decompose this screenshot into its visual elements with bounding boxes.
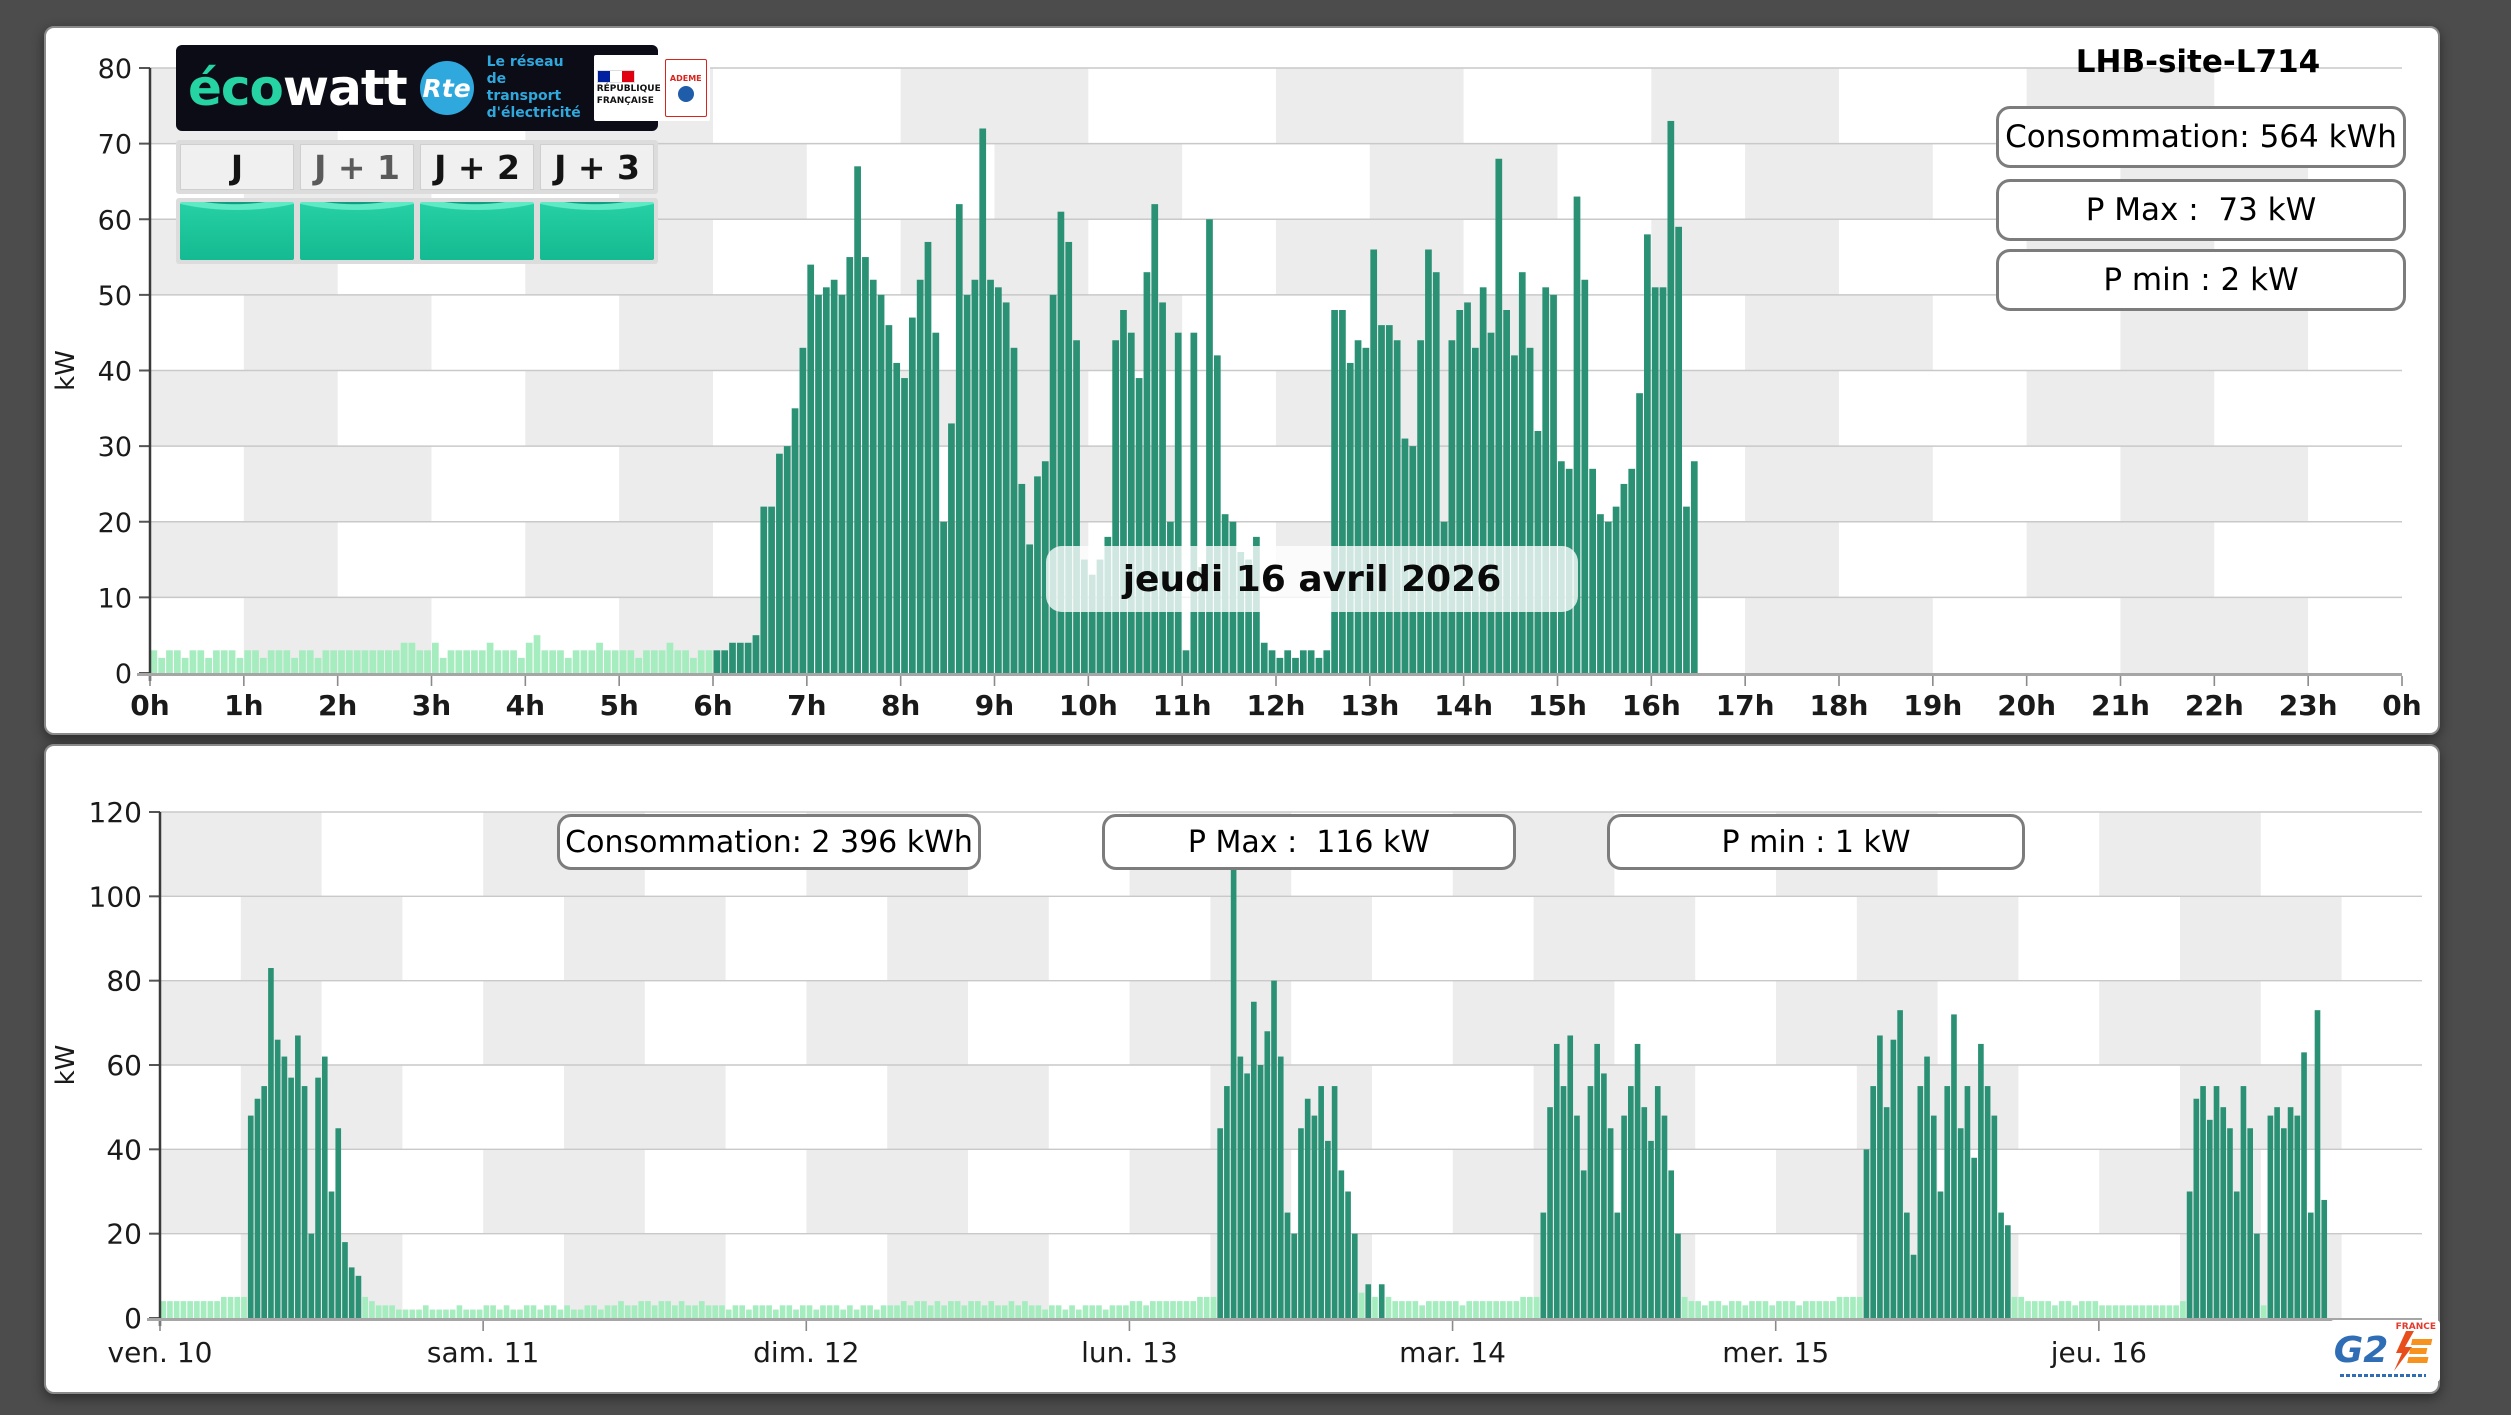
ecowatt-tile-j[interactable]: [180, 202, 294, 260]
ecowatt-logo: écowatt Rte Le réseau de transport d'éle…: [176, 45, 710, 131]
svg-text:12h: 12h: [1247, 689, 1306, 722]
svg-text:20: 20: [98, 508, 132, 539]
svg-text:ven. 10: ven. 10: [108, 1336, 213, 1369]
svg-text:50: 50: [98, 281, 132, 312]
svg-text:19h: 19h: [1903, 689, 1962, 722]
svg-text:9h: 9h: [975, 689, 1014, 722]
ecowatt-eco-text: éco: [188, 59, 284, 117]
weekly-pmin-badge: P min : 1 kW: [1607, 814, 2025, 870]
svg-text:0h: 0h: [2382, 689, 2421, 722]
ecowatt-tile-j1[interactable]: [300, 202, 414, 260]
rte-tagline: Le réseau de transport d'électricité: [486, 54, 581, 121]
svg-text:2h: 2h: [318, 689, 357, 722]
republique-francaise-logo: RÉPUBLIQUE FRANÇAISE ADEME: [593, 55, 710, 121]
svg-text:10h: 10h: [1059, 689, 1118, 722]
svg-text:dim. 12: dim. 12: [753, 1336, 859, 1369]
svg-text:0: 0: [115, 659, 132, 690]
ecowatt-tile-j2[interactable]: [420, 202, 534, 260]
svg-text:mar. 14: mar. 14: [1399, 1336, 1506, 1369]
g2e-logo: G2 FRANCE: [2330, 1320, 2440, 1382]
svg-text:7h: 7h: [787, 689, 826, 722]
day-button-j[interactable]: J: [180, 144, 294, 190]
daily-consumption-badge: Consommation: 564 kWh: [1996, 106, 2406, 168]
svg-text:0h: 0h: [130, 689, 169, 722]
ademe-globe-icon: [677, 86, 694, 102]
g2e-wordmark: G2: [2333, 1330, 2389, 1371]
svg-text:5h: 5h: [599, 689, 638, 722]
svg-text:80: 80: [98, 54, 132, 85]
svg-text:40: 40: [106, 1133, 142, 1166]
svg-text:kW: kW: [51, 350, 81, 391]
svg-text:lun. 13: lun. 13: [1081, 1336, 1178, 1369]
daily-pmax-badge: P Max : 73 kW: [1996, 179, 2406, 241]
day-button-j2[interactable]: J + 2: [420, 144, 534, 190]
svg-text:30: 30: [98, 432, 132, 463]
g2e-tagline-text: [2340, 1374, 2426, 1377]
svg-text:11h: 11h: [1153, 689, 1212, 722]
svg-text:18h: 18h: [1810, 689, 1869, 722]
svg-text:17h: 17h: [1716, 689, 1775, 722]
svg-text:0: 0: [124, 1302, 142, 1335]
svg-text:kW: kW: [51, 1045, 81, 1086]
svg-text:100: 100: [89, 880, 142, 913]
svg-text:10: 10: [98, 583, 132, 614]
svg-text:40: 40: [98, 357, 132, 388]
svg-text:23h: 23h: [2279, 689, 2338, 722]
svg-text:14h: 14h: [1434, 689, 1493, 722]
svg-text:6h: 6h: [693, 689, 732, 722]
ecowatt-tile-j3[interactable]: [540, 202, 654, 260]
svg-text:70: 70: [98, 130, 132, 161]
forecast-day-buttons: J J + 1 J + 2 J + 3: [176, 140, 658, 194]
svg-text:8h: 8h: [881, 689, 920, 722]
g2e-france-text: FRANCE: [2395, 1322, 2436, 1332]
daily-pmin-badge: P min : 2 kW: [1996, 249, 2406, 311]
french-flag-icon: [596, 69, 635, 83]
svg-text:15h: 15h: [1528, 689, 1587, 722]
site-title: LHB-site-L714: [2075, 44, 2321, 80]
svg-text:22h: 22h: [2185, 689, 2244, 722]
svg-text:1h: 1h: [224, 689, 263, 722]
ecowatt-wordmark: écowatt: [188, 63, 408, 113]
svg-text:60: 60: [98, 205, 132, 236]
ecowatt-status-tiles: [176, 198, 658, 264]
selected-date-label: jeudi 16 avril 2026: [1046, 546, 1578, 612]
svg-text:3h: 3h: [412, 689, 451, 722]
svg-text:4h: 4h: [506, 689, 545, 722]
rte-logo-icon: Rte: [419, 61, 474, 115]
day-button-j3[interactable]: J + 3: [540, 144, 654, 190]
svg-text:20: 20: [106, 1218, 142, 1251]
day-button-j1[interactable]: J + 1: [300, 144, 414, 190]
svg-text:60: 60: [106, 1049, 142, 1082]
svg-text:120: 120: [89, 796, 142, 829]
svg-text:sam. 11: sam. 11: [427, 1336, 539, 1369]
svg-text:mer. 15: mer. 15: [1722, 1336, 1829, 1369]
svg-text:21h: 21h: [2091, 689, 2150, 722]
svg-text:13h: 13h: [1340, 689, 1399, 722]
svg-text:16h: 16h: [1622, 689, 1681, 722]
svg-text:20h: 20h: [1997, 689, 2056, 722]
svg-text:jeu. 16: jeu. 16: [2050, 1336, 2147, 1369]
ecowatt-watt-text: watt: [282, 59, 408, 117]
weekly-pmax-badge: P Max : 116 kW: [1102, 814, 1516, 870]
g2e-bolt-icon: [2394, 1331, 2433, 1371]
svg-text:80: 80: [106, 965, 142, 998]
ademe-logo: ADEME: [664, 59, 707, 117]
weekly-consumption-badge: Consommation: 2 396 kWh: [557, 814, 981, 870]
